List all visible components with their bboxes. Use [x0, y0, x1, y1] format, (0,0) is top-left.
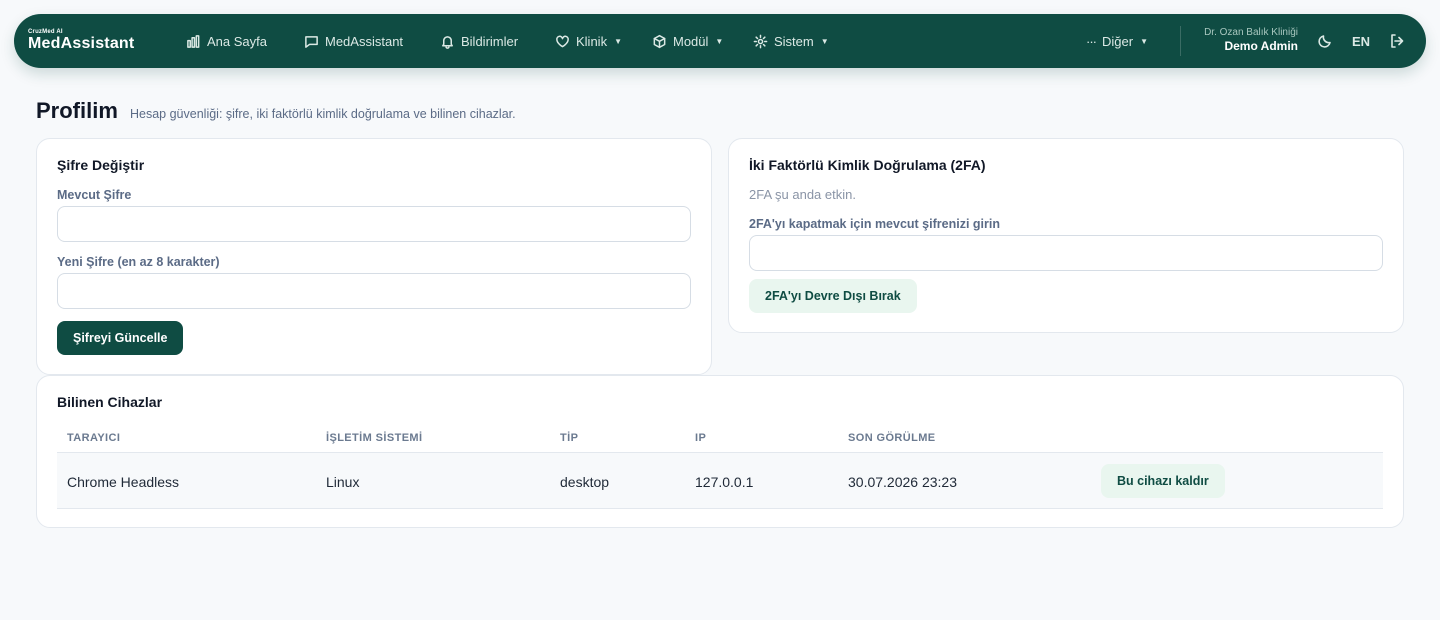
- twofa-card-title: İki Faktörlü Kimlik Doğrulama (2FA): [749, 157, 986, 173]
- device-browser: Chrome Headless: [67, 474, 180, 490]
- gear-icon: [753, 34, 768, 48]
- nav-item-module[interactable]: Modül ▼: [652, 14, 723, 68]
- nav-item-label: Ana Sayfa: [207, 33, 267, 49]
- column-header-ip: IP: [695, 432, 707, 444]
- nav-item-home[interactable]: Ana Sayfa: [186, 14, 267, 68]
- new-password-label: Yeni Şifre (en az 8 karakter): [57, 255, 220, 269]
- device-last-seen: 30.07.2026 23:23: [848, 474, 957, 490]
- nav-item-notifications[interactable]: Bildirimler: [440, 14, 518, 68]
- chevron-down-icon: ▼: [1140, 36, 1148, 46]
- nav-item-system[interactable]: Sistem ▼: [753, 14, 829, 68]
- chevron-down-icon: ▼: [820, 36, 829, 46]
- nav-item-medassistant[interactable]: MedAssistant: [304, 14, 403, 68]
- chevron-down-icon: ▼: [614, 36, 622, 46]
- bell-icon: [442, 35, 453, 49]
- nav-item-label: Modül: [673, 33, 709, 49]
- current-password-input[interactable]: [57, 206, 691, 242]
- top-navbar: CruzMed AI MedAssistant Ana Sayfa MedAss…: [14, 14, 1426, 68]
- nav-divider: [1180, 26, 1181, 56]
- brand-logo[interactable]: CruzMed AI MedAssistant: [28, 29, 134, 52]
- nav-item-clinic[interactable]: Klinik ▼: [555, 14, 622, 68]
- logout-icon: [1391, 34, 1404, 48]
- clinic-name: Dr. Ozan Balık Kliniği: [1204, 27, 1298, 38]
- logout-button[interactable]: [1388, 14, 1406, 68]
- page-subtitle: Hesap güvenliği: şifre, iki faktörlü kim…: [130, 107, 516, 121]
- device-type: desktop: [560, 474, 610, 490]
- update-password-button[interactable]: Şifreyi Güncelle: [57, 321, 184, 355]
- brand-name: MedAssistant: [28, 35, 135, 52]
- chevron-down-icon: ▼: [715, 36, 724, 46]
- heart-icon: [556, 35, 569, 47]
- language-button[interactable]: EN: [1348, 14, 1374, 68]
- twofa-status-text: 2FA şu anda etkin.: [749, 187, 856, 202]
- nav-item-label: Diğer: [1102, 33, 1134, 49]
- nav-item-more[interactable]: ··· Diğer ▼: [1086, 14, 1148, 68]
- nav-item-label: Klinik: [576, 33, 608, 49]
- nav-item-label: Bildirimler: [461, 33, 519, 49]
- twofa-password-input[interactable]: [749, 235, 1383, 271]
- devices-card-title: Bilinen Cihazlar: [57, 394, 163, 410]
- password-card-title: Şifre Değiştir: [57, 157, 145, 173]
- moon-icon: [1318, 35, 1331, 48]
- device-ip: 127.0.0.1: [695, 474, 754, 490]
- column-header-browser: TARAYICI: [67, 432, 121, 444]
- page-title: Profilim: [36, 98, 118, 123]
- remove-device-button[interactable]: Bu cihazı kaldır: [1101, 464, 1225, 498]
- cube-icon: [653, 34, 666, 48]
- more-dots-icon: ···: [1086, 33, 1097, 49]
- column-header-last-seen: SON GÖRÜLME: [848, 432, 936, 444]
- new-password-input[interactable]: [57, 273, 691, 309]
- disable-2fa-button[interactable]: 2FA'yı Devre Dışı Bırak: [749, 279, 917, 313]
- bar-chart-icon: [187, 34, 200, 48]
- user-name: Demo Admin: [1224, 39, 1298, 53]
- column-header-type: TİP: [560, 432, 579, 444]
- device-os: Linux: [326, 474, 360, 490]
- twofa-password-label: 2FA'yı kapatmak için mevcut şifrenizi gi…: [749, 217, 1000, 231]
- chat-icon: [305, 35, 318, 48]
- nav-item-label: MedAssistant: [325, 33, 404, 49]
- nav-item-label: Sistem: [774, 33, 814, 49]
- theme-toggle-button[interactable]: [1316, 14, 1334, 68]
- current-password-label: Mevcut Şifre: [57, 188, 132, 202]
- user-info[interactable]: Dr. Ozan Balık Kliniği Demo Admin: [1194, 27, 1298, 54]
- column-header-os: İŞLETİM SİSTEMİ: [326, 432, 423, 444]
